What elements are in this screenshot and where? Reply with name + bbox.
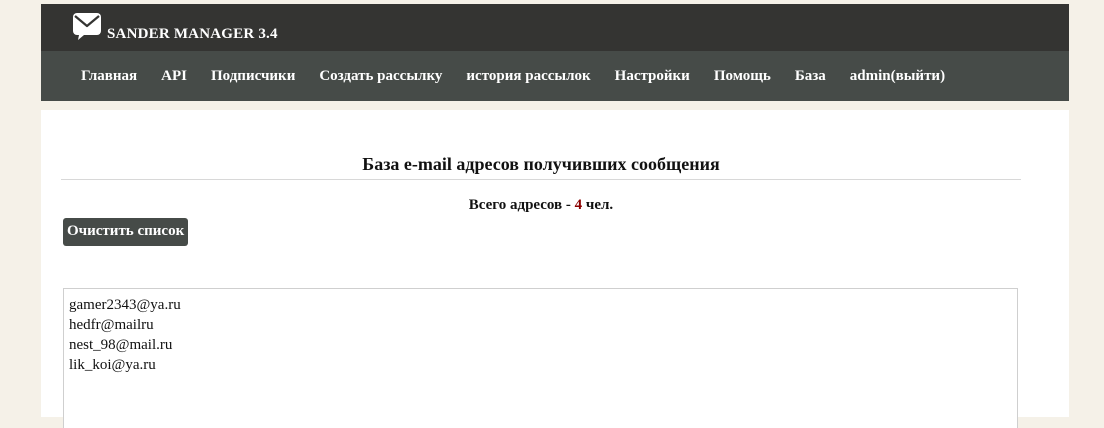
count-suffix: чел. [582,197,614,213]
clear-list-button[interactable]: Очистить список [63,218,189,246]
header: SANDER MANAGER 3.4 [41,4,1069,51]
count-prefix: Всего адресов - [468,197,575,213]
email-item: gamer2343@ya.ru [69,297,181,313]
nav-item-help[interactable]: Помощь [714,68,771,85]
nav-item-create-mailing[interactable]: Создать рассылку [319,68,442,85]
nav-item-logout[interactable]: admin(выйти) [850,68,945,85]
email-item: hedfr@mailru [69,317,154,333]
nav-item-home[interactable]: Главная [81,68,137,85]
nav-item-settings[interactable]: Настройки [615,68,690,85]
app-title: SANDER MANAGER 3.4 [107,26,278,42]
content-panel: База e-mail адресов получивших сообщения… [41,110,1069,428]
email-list-textarea[interactable]: gamer2343@ya.ru hedfr@mailru nest_98@mai… [63,288,1018,428]
main-nav: Главная API Подписчики Создать рассылку … [41,51,1069,101]
page-title: База e-mail адресов получивших сообщения [61,154,1021,180]
address-count: Всего адресов - 4 чел. [61,197,1021,214]
nav-item-mailing-history[interactable]: история рассылок [466,68,590,85]
envelope-icon [72,12,102,40]
nav-item-subscribers[interactable]: Подписчики [211,68,295,85]
email-item: lik_koi@ya.ru [69,357,156,373]
nav-item-api[interactable]: API [161,68,187,85]
nav-item-database[interactable]: База [795,68,826,85]
page: SANDER MANAGER 3.4 Главная API Подписчик… [41,4,1069,428]
email-item: nest_98@mail.ru [69,337,173,353]
